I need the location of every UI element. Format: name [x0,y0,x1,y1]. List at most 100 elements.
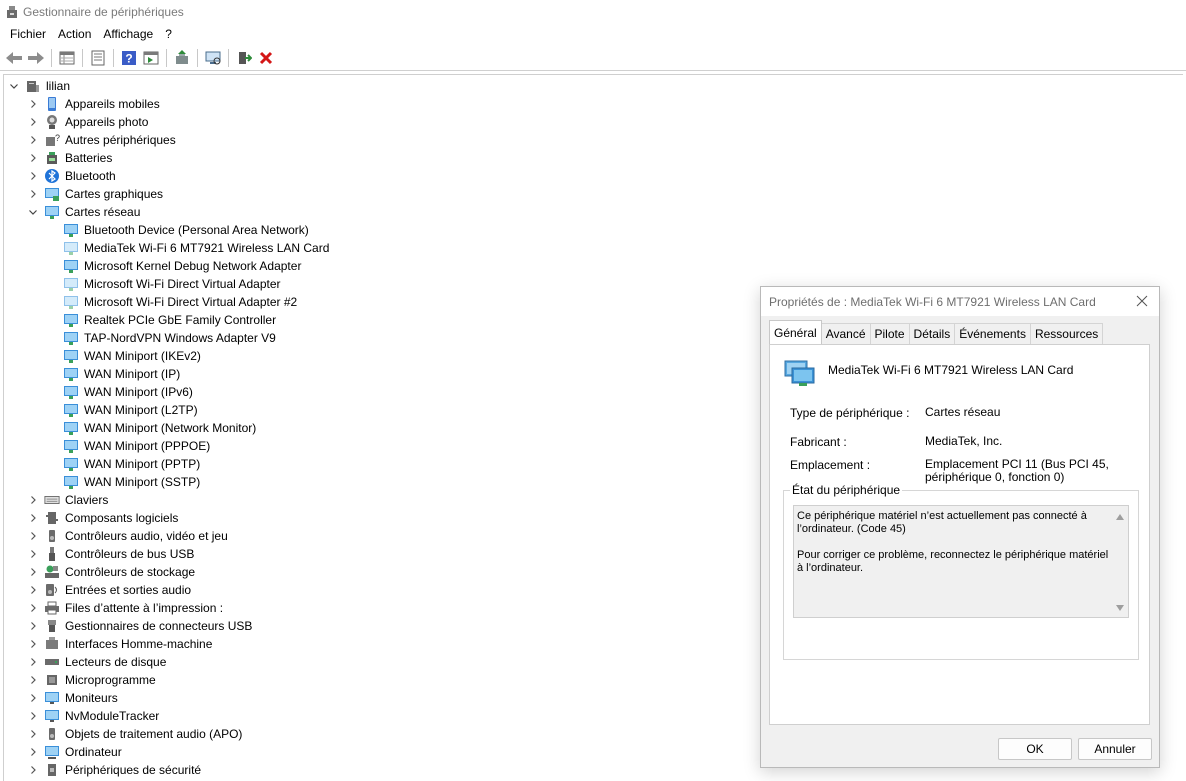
tree-category[interactable]: Contrôleurs de stockage [26,563,195,581]
tab-general[interactable]: Général [769,320,822,344]
tree-category[interactable]: Objets de traitement audio (APO) [26,725,242,743]
tree-category[interactable]: NvModuleTracker [26,707,159,725]
menu-action[interactable]: Action [52,24,97,44]
tree-device[interactable]: Bluetooth Device (Personal Area Network) [63,221,309,239]
chevron-down-icon[interactable] [26,203,40,221]
tab-details[interactable]: Détails [908,323,956,344]
tree-category[interactable]: Microprogramme [26,671,156,689]
type-value: Cartes réseau [925,405,1001,419]
tree-device[interactable]: WAN Miniport (PPTP) [63,455,200,473]
tree-device[interactable]: TAP-NordVPN Windows Adapter V9 [63,329,276,347]
tree-category[interactable]: Ordinateur [26,743,122,761]
show-hide-console-icon[interactable] [87,47,109,69]
chevron-right-icon[interactable] [26,527,40,545]
scroll-up-icon[interactable] [1116,514,1124,520]
tree-device[interactable]: WAN Miniport (IPv6) [63,383,193,401]
tree-category[interactable]: Périphériques de sécurité [26,761,201,779]
chevron-right-icon[interactable] [26,167,40,185]
chevron-right-icon[interactable] [26,743,40,761]
tree-device-label: MediaTek Wi-Fi 6 MT7921 Wireless LAN Car… [84,241,330,255]
network-adapter-icon [63,240,79,256]
chevron-right-icon[interactable] [26,545,40,563]
dialog-titlebar: Propriétés de : MediaTek Wi-Fi 6 MT7921 … [761,287,1159,316]
tree-device[interactable]: Microsoft Wi-Fi Direct Virtual Adapter #… [63,293,297,311]
mobile-icon [44,96,60,112]
tree-category[interactable]: Cartes réseau [26,203,140,221]
tree-device[interactable]: Realtek PCIe GbE Family Controller [63,311,276,329]
update-driver-icon[interactable] [171,47,193,69]
uninstall-icon[interactable] [255,47,277,69]
run-panel-icon[interactable] [140,47,162,69]
tree-category[interactable]: Batteries [26,149,112,167]
ok-button[interactable]: OK [998,738,1072,760]
chevron-right-icon[interactable] [26,509,40,527]
tree-category[interactable]: Claviers [26,491,108,509]
chevron-right-icon[interactable] [26,725,40,743]
tree-category[interactable]: Appareils mobiles [26,95,160,113]
tab-driver[interactable]: Pilote [869,323,910,344]
tree-category[interactable]: ? Autres périphériques [26,131,176,149]
tree-device[interactable]: Microsoft Wi-Fi Direct Virtual Adapter [63,275,281,293]
chevron-right-icon[interactable] [26,653,40,671]
chevron-right-icon[interactable] [26,95,40,113]
chevron-right-icon[interactable] [26,599,40,617]
close-icon[interactable] [1134,293,1150,309]
tree-category[interactable]: Contrôleurs de bus USB [26,545,194,563]
tree-category[interactable]: Files d’attente à l’impression : [26,599,223,617]
chevron-right-icon[interactable] [26,617,40,635]
tree-device[interactable]: WAN Miniport (PPPOE) [63,437,210,455]
chevron-right-icon[interactable] [26,491,40,509]
chevron-right-icon[interactable] [26,689,40,707]
network-adapter-icon [63,312,79,328]
forward-arrow-icon[interactable] [25,47,47,69]
tree-category[interactable]: Lecteurs de disque [26,653,166,671]
tree-device[interactable]: Microsoft Kernel Debug Network Adapter [63,257,301,275]
tree-device[interactable]: WAN Miniport (Network Monitor) [63,419,256,437]
back-arrow-icon[interactable] [3,47,25,69]
tab-resources[interactable]: Ressources [1029,323,1104,344]
tree-category[interactable]: Bluetooth [26,167,116,185]
tree-root[interactable]: lilian [7,77,70,95]
tree-category[interactable]: Contrôleurs audio, vidéo et jeu [26,527,228,545]
help-icon[interactable]: ? [118,47,140,69]
chevron-down-icon[interactable] [7,77,21,95]
tree-category[interactable]: Entrées et sorties audio [26,581,191,599]
device-manager-icon [4,4,20,20]
tree-category[interactable]: Moniteurs [26,689,118,707]
menu-view[interactable]: Affichage [97,24,159,44]
chevron-right-icon[interactable] [26,581,40,599]
tree-category[interactable]: Composants logiciels [26,509,178,527]
chevron-right-icon[interactable] [26,671,40,689]
tree-device[interactable]: WAN Miniport (SSTP) [63,473,200,491]
scan-hardware-icon[interactable] [202,47,224,69]
tree-category[interactable]: Cartes graphiques [26,185,163,203]
menu-help[interactable]: ? [159,24,178,44]
chevron-right-icon[interactable] [26,563,40,581]
device-status-text[interactable]: Ce périphérique matériel n’est actuellem… [793,505,1129,618]
tree-category[interactable]: Interfaces Homme-machine [26,635,212,653]
tree-device[interactable]: WAN Miniport (IKEv2) [63,347,201,365]
tab-advanced[interactable]: Avancé [820,323,871,344]
chevron-right-icon[interactable] [26,149,40,167]
tree-device[interactable]: WAN Miniport (IP) [63,365,180,383]
tree-category-label: Cartes graphiques [65,187,164,201]
tree-device[interactable]: WAN Miniport (L2TP) [63,401,198,419]
speaker-icon [44,528,60,544]
scroll-down-icon[interactable] [1116,605,1124,611]
tree-category-label: Contrôleurs de bus USB [65,547,195,561]
chevron-right-icon[interactable] [26,635,40,653]
tree-category[interactable]: Appareils photo [26,113,148,131]
chevron-right-icon[interactable] [26,113,40,131]
chevron-right-icon[interactable] [26,131,40,149]
chevron-right-icon[interactable] [26,185,40,203]
cancel-button[interactable]: Annuler [1078,738,1152,760]
chevron-right-icon[interactable] [26,761,40,779]
enable-device-icon[interactable] [233,47,255,69]
properties-grid-icon[interactable] [56,47,78,69]
menu-file[interactable]: Fichier [4,24,52,44]
tree-category[interactable]: Gestionnaires de connecteurs USB [26,617,252,635]
tab-events[interactable]: Événements [954,323,1031,344]
tree-device[interactable]: MediaTek Wi-Fi 6 MT7921 Wireless LAN Car… [63,239,329,257]
chevron-right-icon[interactable] [26,707,40,725]
tree-category-label: Autres périphériques [65,133,176,147]
